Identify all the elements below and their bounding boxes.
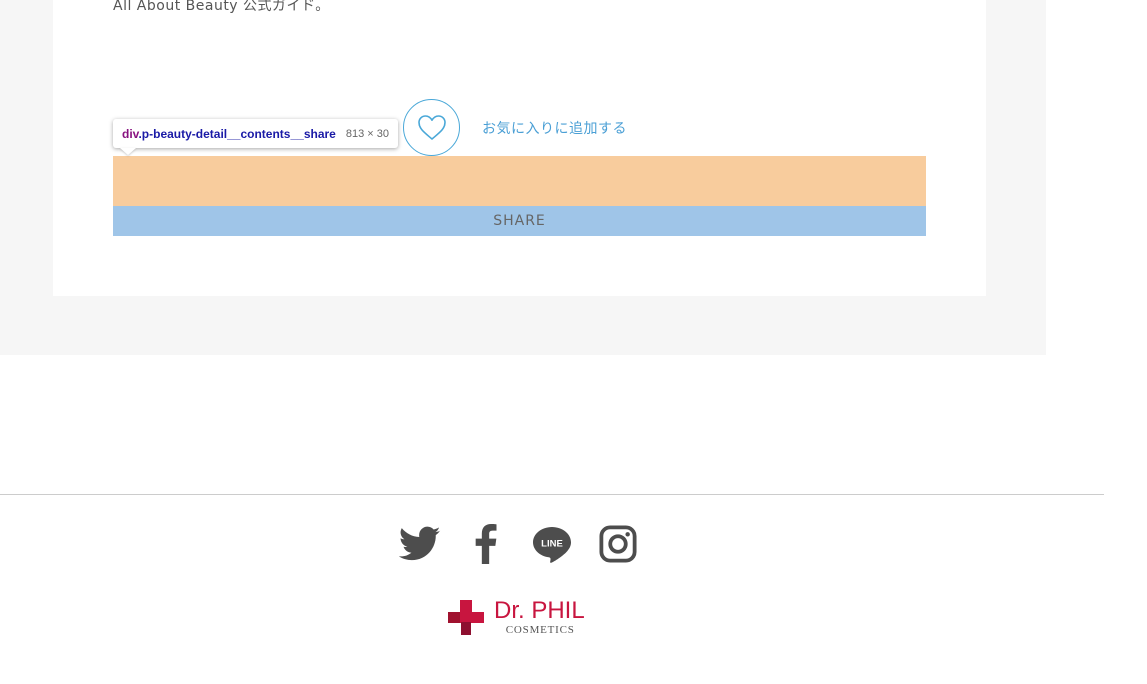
share-bar: SHARE xyxy=(113,206,926,236)
favorite-button[interactable] xyxy=(403,99,460,156)
article-card xyxy=(53,0,986,296)
facebook-icon xyxy=(475,524,497,564)
facebook-link[interactable] xyxy=(464,522,508,566)
tooltip-class: .p-beauty-detail__contents__share xyxy=(138,126,336,141)
footer-divider xyxy=(0,494,1104,495)
line-link[interactable]: LINE xyxy=(530,522,574,566)
share-label: SHARE xyxy=(493,213,546,229)
medical-cross-icon xyxy=(448,600,484,635)
share-section: SHARE xyxy=(113,156,926,236)
devtools-inspector-tooltip: div.p-beauty-detail__contents__share 813… xyxy=(113,119,398,148)
share-padding-highlight xyxy=(113,156,926,206)
heart-outline-icon xyxy=(417,114,446,140)
tooltip-tag: div xyxy=(122,126,139,141)
favorite-label[interactable]: お気に入りに追加する xyxy=(482,118,627,138)
logo-main-text: Dr. PHIL xyxy=(494,597,585,624)
social-links: LINE xyxy=(398,522,640,566)
tooltip-size: 813 × 30 xyxy=(345,127,389,140)
twitter-link[interactable] xyxy=(398,522,442,566)
instagram-link[interactable] xyxy=(596,522,640,566)
tooltip-arrow xyxy=(120,148,136,155)
instagram-icon xyxy=(599,525,637,563)
line-icon: LINE xyxy=(533,527,571,563)
logo-sub-text: COSMETICS xyxy=(505,624,575,636)
twitter-icon xyxy=(399,526,441,561)
article-intro-text: All About Beauty 公式ガイド。 xyxy=(113,0,330,14)
svg-text:LINE: LINE xyxy=(541,539,563,550)
brand-logo[interactable]: Dr. PHIL COSMETICS xyxy=(448,598,585,638)
